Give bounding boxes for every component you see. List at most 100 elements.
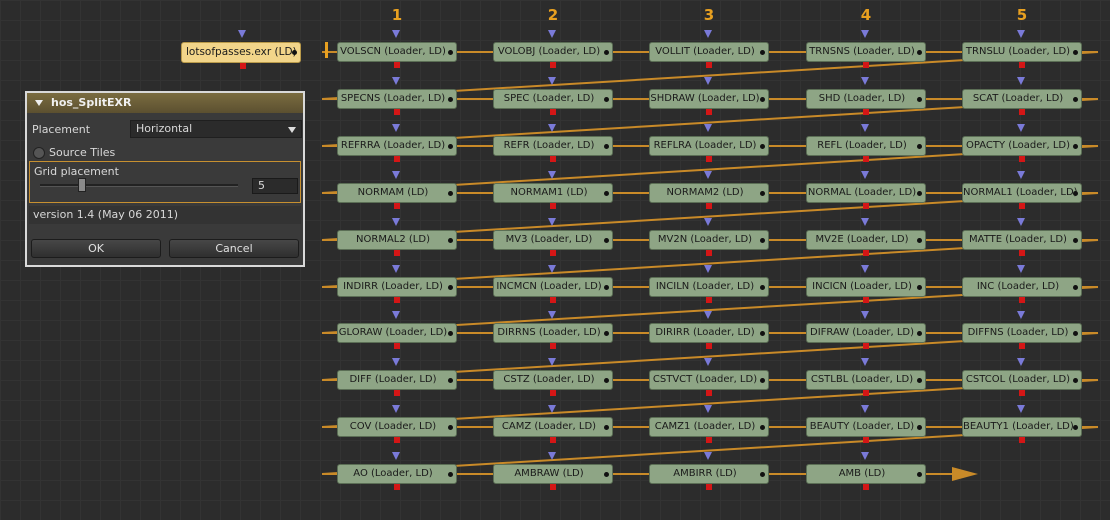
node-output-dot-icon[interactable]	[760, 238, 765, 243]
node-output-square-icon[interactable]	[550, 109, 556, 115]
node-output-dot-icon[interactable]	[917, 144, 922, 149]
node-output-square-icon[interactable]	[863, 156, 869, 162]
node-output-square-icon[interactable]	[863, 343, 869, 349]
node-output-dot-icon[interactable]	[292, 50, 297, 55]
loader-node[interactable]: DIFF (Loader, LD)	[337, 358, 457, 396]
node-output-square-icon[interactable]	[1019, 437, 1025, 443]
node-output-square-icon[interactable]	[1019, 203, 1025, 209]
dialog-titlebar[interactable]: hos_SplitEXR	[27, 93, 303, 113]
node-output-dot-icon[interactable]	[760, 285, 765, 290]
node-output-dot-icon[interactable]	[1073, 144, 1078, 149]
node-output-dot-icon[interactable]	[448, 425, 453, 430]
loader-node[interactable]: TRNSNS (Loader, LD)	[806, 30, 926, 68]
loader-node[interactable]: NORMAL1 (Loader, LD)	[962, 171, 1082, 209]
loader-node[interactable]: AMBIRR (LD)	[649, 452, 769, 490]
loader-node[interactable]: DIFRAW (Loader, LD)	[806, 311, 926, 349]
node-output-dot-icon[interactable]	[448, 191, 453, 196]
node-output-square-icon[interactable]	[1019, 343, 1025, 349]
node-output-dot-icon[interactable]	[604, 331, 609, 336]
node-output-square-icon[interactable]	[706, 437, 712, 443]
node-output-square-icon[interactable]	[550, 484, 556, 490]
node-output-square-icon[interactable]	[1019, 156, 1025, 162]
node-output-dot-icon[interactable]	[760, 378, 765, 383]
node-output-square-icon[interactable]	[550, 390, 556, 396]
node-output-dot-icon[interactable]	[604, 97, 609, 102]
node-output-square-icon[interactable]	[394, 437, 400, 443]
node-output-dot-icon[interactable]	[604, 191, 609, 196]
loader-node[interactable]: MATTE (Loader, LD)	[962, 218, 1082, 256]
node-output-dot-icon[interactable]	[1073, 331, 1078, 336]
node-output-square-icon[interactable]	[706, 250, 712, 256]
loader-node[interactable]: AMB (LD)	[806, 452, 926, 490]
node-output-dot-icon[interactable]	[917, 97, 922, 102]
loader-node[interactable]: SPECNS (Loader, LD)	[337, 77, 457, 115]
node-output-dot-icon[interactable]	[604, 425, 609, 430]
loader-node[interactable]: INCICN (Loader, LD)	[806, 265, 926, 303]
node-output-dot-icon[interactable]	[1073, 238, 1078, 243]
node-output-dot-icon[interactable]	[448, 50, 453, 55]
node-output-dot-icon[interactable]	[604, 472, 609, 477]
node-output-square-icon[interactable]	[863, 62, 869, 68]
node-output-dot-icon[interactable]	[1073, 97, 1078, 102]
loader-node[interactable]: BEAUTY (Loader, LD)	[806, 405, 926, 443]
node-output-dot-icon[interactable]	[760, 97, 765, 102]
node-output-square-icon[interactable]	[550, 203, 556, 209]
node-output-dot-icon[interactable]	[917, 331, 922, 336]
node-output-square-icon[interactable]	[706, 156, 712, 162]
chevron-down-icon[interactable]	[288, 127, 296, 133]
node-output-dot-icon[interactable]	[448, 285, 453, 290]
node-output-square-icon[interactable]	[863, 109, 869, 115]
ok-button[interactable]: OK	[31, 239, 161, 258]
node-output-square-icon[interactable]	[550, 437, 556, 443]
node-output-square-icon[interactable]	[1019, 109, 1025, 115]
loader-node[interactable]: NORMAM2 (LD)	[649, 171, 769, 209]
node-output-dot-icon[interactable]	[917, 378, 922, 383]
loader-node[interactable]: DIRRNS (Loader, LD)	[493, 311, 613, 349]
node-output-dot-icon[interactable]	[448, 472, 453, 477]
node-output-dot-icon[interactable]	[604, 144, 609, 149]
node-output-square-icon[interactable]	[394, 109, 400, 115]
node-output-square-icon[interactable]	[394, 390, 400, 396]
loader-node[interactable]: DIRIRR (Loader, LD)	[649, 311, 769, 349]
node-output-dot-icon[interactable]	[1073, 191, 1078, 196]
loader-node[interactable]: VOLOBJ (Loader, LD)	[493, 30, 613, 68]
loader-node[interactable]: REFR (Loader, LD)	[493, 124, 613, 162]
node-output-square-icon[interactable]	[706, 484, 712, 490]
node-output-square-icon[interactable]	[706, 343, 712, 349]
node-output-square-icon[interactable]	[550, 156, 556, 162]
node-output-dot-icon[interactable]	[1073, 285, 1078, 290]
node-output-square-icon[interactable]	[1019, 297, 1025, 303]
loader-node[interactable]: NORMAM1 (LD)	[493, 171, 613, 209]
node-output-dot-icon[interactable]	[760, 50, 765, 55]
node-output-square-icon[interactable]	[863, 297, 869, 303]
grid-placement-slider-thumb[interactable]	[78, 178, 86, 192]
node-output-square-icon[interactable]	[394, 343, 400, 349]
node-output-dot-icon[interactable]	[917, 50, 922, 55]
loader-node[interactable]: INCMCN (Loader, LD)	[493, 265, 613, 303]
node-output-dot-icon[interactable]	[604, 285, 609, 290]
loader-node[interactable]: COV (Loader, LD)	[337, 405, 457, 443]
loader-node[interactable]: SHDRAW (Loader, LD)	[649, 77, 769, 115]
node-output-square-icon[interactable]	[240, 63, 246, 69]
node-output-dot-icon[interactable]	[1073, 425, 1078, 430]
loader-node[interactable]: REFRRA (Loader, LD)	[337, 124, 457, 162]
node-output-dot-icon[interactable]	[448, 144, 453, 149]
node-output-square-icon[interactable]	[550, 62, 556, 68]
placement-select[interactable]: Horizontal	[130, 120, 302, 138]
source-loader-node[interactable]: lotsofpasses.exr (LD)	[181, 30, 301, 69]
node-output-dot-icon[interactable]	[1073, 378, 1078, 383]
loader-node[interactable]: VOLSCN (Loader, LD)	[337, 30, 457, 68]
cancel-button[interactable]: Cancel	[169, 239, 299, 258]
loader-node[interactable]: SPEC (Loader, LD)	[493, 77, 613, 115]
node-output-square-icon[interactable]	[550, 343, 556, 349]
node-output-square-icon[interactable]	[550, 297, 556, 303]
loader-node[interactable]: INC (Loader, LD)	[962, 265, 1082, 303]
node-output-dot-icon[interactable]	[448, 97, 453, 102]
loader-node[interactable]: AO (Loader, LD)	[337, 452, 457, 490]
loader-node[interactable]: NORMAL2 (LD)	[337, 218, 457, 256]
node-output-dot-icon[interactable]	[760, 144, 765, 149]
node-output-square-icon[interactable]	[863, 390, 869, 396]
loader-node[interactable]: CSTCOL (Loader, LD)	[962, 358, 1082, 396]
node-output-dot-icon[interactable]	[760, 191, 765, 196]
node-output-dot-icon[interactable]	[917, 238, 922, 243]
